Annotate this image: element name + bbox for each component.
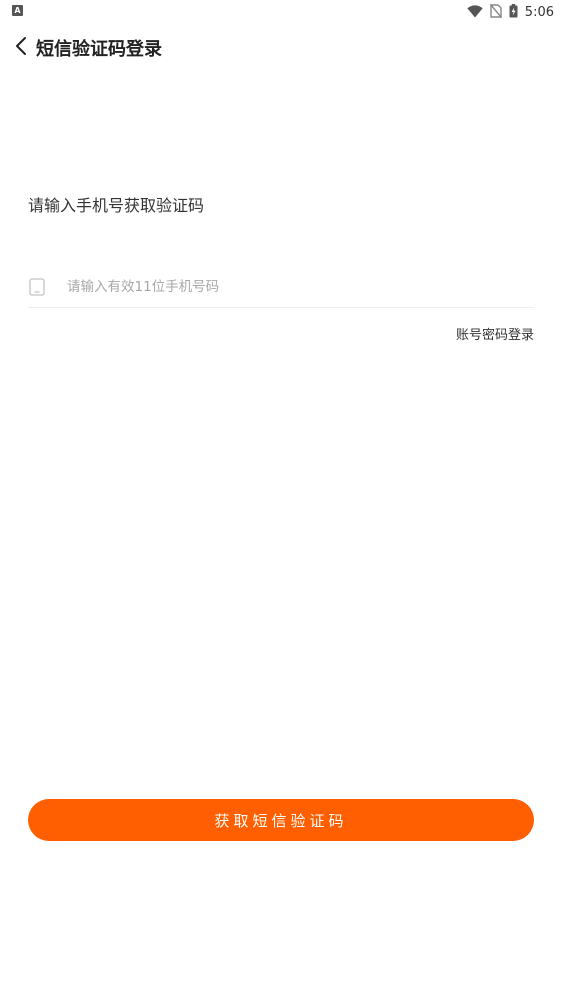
phone-icon xyxy=(29,277,45,296)
back-button[interactable] xyxy=(6,30,36,66)
phone-field-row xyxy=(28,266,534,308)
notification-a-icon: A xyxy=(12,5,23,16)
page-title: 短信验证码登录 xyxy=(36,39,162,60)
phone-input[interactable] xyxy=(67,278,534,295)
chevron-left-icon xyxy=(15,36,27,60)
get-sms-code-button[interactable]: 获取短信验证码 xyxy=(28,799,534,841)
password-login-link[interactable]: 账号密码登录 xyxy=(456,324,534,343)
status-icons: 5:06 xyxy=(467,0,554,24)
instruction-text: 请输入手机号获取验证码 xyxy=(28,196,205,215)
status-bar: A 5:06 xyxy=(0,0,562,24)
clock: 5:06 xyxy=(524,4,554,20)
battery-charging-icon xyxy=(509,3,518,22)
wifi-icon xyxy=(467,3,483,22)
header: 短信验证码登录 xyxy=(0,28,562,68)
no-sim-icon xyxy=(489,3,502,22)
screen: A 5:06 短信验证码登录 请输入手机号获取验证码 请输入有效11位手机号码 … xyxy=(0,0,562,1000)
